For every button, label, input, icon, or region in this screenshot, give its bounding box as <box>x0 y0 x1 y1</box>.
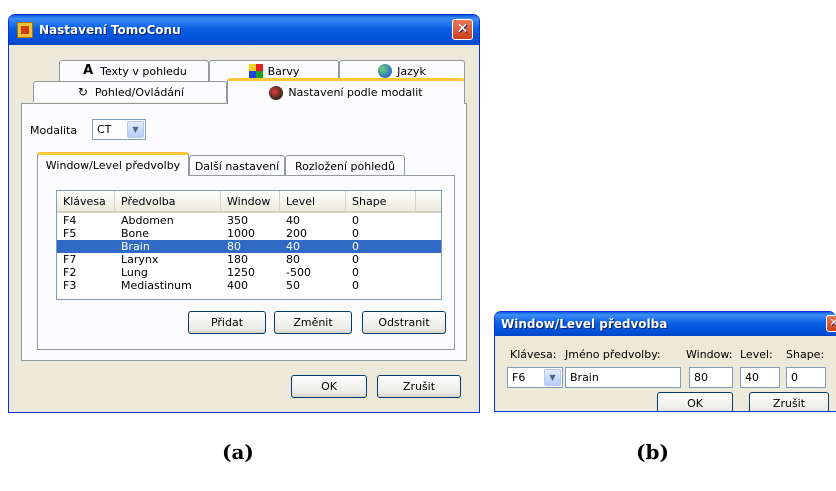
add-preset-button[interactable]: Přidat <box>188 311 266 334</box>
tab-label: Barvy <box>267 64 300 78</box>
tab-view-control[interactable]: ↻ Pohled/Ovládání <box>33 81 227 102</box>
globe-icon <box>378 64 393 78</box>
subtab-other-settings[interactable]: Další nastavení <box>189 155 285 176</box>
cell-shape: 0 <box>352 253 359 266</box>
settings-dialog-title: Nastavení TomoConu <box>39 23 181 37</box>
tab-label: Jazyk <box>397 64 426 78</box>
column-header-shape[interactable]: Shape <box>346 191 416 211</box>
cell-window: 350 <box>227 214 248 227</box>
change-preset-button[interactable]: Změnit <box>274 311 352 334</box>
shape-input[interactable]: 0 <box>786 367 826 388</box>
modality-label: Modalita <box>30 124 78 137</box>
table-row[interactable]: F5 Bone 1000 200 0 <box>57 227 441 240</box>
app-icon <box>17 22 33 38</box>
window-input[interactable]: 80 <box>689 367 733 388</box>
caption-a: (a) <box>222 440 254 464</box>
cell-window: 80 <box>227 240 241 253</box>
settings-dialog: Nastavení TomoConu ✕ A Texty v pohledu B… <box>8 14 480 413</box>
cell-level: 40 <box>286 214 300 227</box>
cell-window: 1000 <box>227 227 255 240</box>
column-header-key[interactable]: Klávesa <box>57 191 115 211</box>
presets-panel: Klávesa Předvolba Window Level Shape F4 … <box>37 175 455 350</box>
column-header-preset[interactable]: Předvolba <box>115 191 221 211</box>
cell-preset: Bone <box>121 227 150 240</box>
cell-preset: Mediastinum <box>121 279 192 292</box>
cell-window: 180 <box>227 253 248 266</box>
chevron-down-icon[interactable]: ▼ <box>127 121 144 138</box>
preset-edit-dialog: Window/Level předvolba ✕ Klávesa: Jméno … <box>494 311 836 412</box>
cell-key: F2 <box>63 266 77 279</box>
cell-shape: 0 <box>352 227 359 240</box>
column-header-window[interactable]: Window <box>221 191 280 211</box>
subtab-view-layout[interactable]: Rozložení pohledů <box>285 155 405 176</box>
cell-preset: Lung <box>121 266 148 279</box>
cell-preset: Larynx <box>121 253 159 266</box>
cell-key: F3 <box>63 279 77 292</box>
preset-edit-dialog-titlebar[interactable]: Window/Level předvolba ✕ <box>495 312 836 336</box>
cell-shape: 0 <box>352 266 359 279</box>
subtab-label: Rozložení pohledů <box>295 159 395 173</box>
tab-label: Texty v pohledu <box>100 64 187 78</box>
color-palette-icon <box>248 64 263 78</box>
font-icon: A <box>83 63 94 78</box>
cell-key: F5 <box>63 227 77 240</box>
cell-level: 80 <box>286 253 300 266</box>
table-row[interactable]: F2 Lung 1250 -500 0 <box>57 266 441 279</box>
column-header-level[interactable]: Level <box>280 191 346 211</box>
cell-preset: Abdomen <box>121 214 174 227</box>
cell-level: 50 <box>286 279 300 292</box>
remove-preset-button[interactable]: Odstranit <box>362 311 446 334</box>
key-label: Klávesa: <box>510 348 557 361</box>
level-input[interactable]: 40 <box>740 367 780 388</box>
shape-label: Shape: <box>786 348 825 361</box>
caption-b: (b) <box>636 440 669 464</box>
tab-modality-settings[interactable]: Nastavení podle modalit <box>227 78 465 104</box>
subtab-label: Window/Level předvolby <box>45 159 181 172</box>
cursor-icon: ↻ <box>77 85 88 99</box>
preset-edit-dialog-title: Window/Level předvolba <box>501 317 668 331</box>
close-button[interactable]: ✕ <box>452 19 473 40</box>
presets-list-header: Klávesa Předvolba Window Level Shape <box>57 191 441 213</box>
table-row-selected[interactable]: Brain 80 40 0 <box>57 240 441 253</box>
cell-preset: Brain <box>121 240 150 253</box>
tab-texts-in-view[interactable]: A Texty v pohledu <box>59 60 209 81</box>
table-row[interactable]: F3 Mediastinum 400 50 0 <box>57 279 441 292</box>
cell-shape: 0 <box>352 214 359 227</box>
modality-value: CT <box>97 123 112 136</box>
presets-rows: F4 Abdomen 350 40 0 F5 Bone 1000 200 0 B… <box>57 213 441 292</box>
chevron-down-icon[interactable]: ▼ <box>544 369 561 386</box>
ok-button[interactable]: OK <box>291 375 367 398</box>
cell-key: F4 <box>63 214 77 227</box>
ok-button[interactable]: OK <box>657 392 733 411</box>
table-row[interactable]: F7 Larynx 180 80 0 <box>57 253 441 266</box>
tab-label: Nastavení podle modalit <box>288 86 423 99</box>
cancel-button[interactable]: Zrušit <box>749 392 829 411</box>
preset-name-input[interactable]: Brain <box>565 367 681 388</box>
subtab-window-level-presets[interactable]: Window/Level předvolby <box>37 152 189 176</box>
window-label: Window: <box>686 348 733 361</box>
key-value: F6 <box>512 371 526 384</box>
cell-window: 400 <box>227 279 248 292</box>
table-row[interactable]: F4 Abdomen 350 40 0 <box>57 214 441 227</box>
preset-name-label: Jméno předvolby: <box>565 348 661 361</box>
subtab-label: Další nastavení <box>194 159 280 173</box>
cancel-button[interactable]: Zrušit <box>377 375 461 398</box>
cell-shape: 0 <box>352 240 359 253</box>
key-select[interactable]: F6 ▼ <box>507 367 563 388</box>
cell-level: 40 <box>286 240 300 253</box>
cell-level: -500 <box>286 266 311 279</box>
presets-list[interactable]: Klávesa Předvolba Window Level Shape F4 … <box>56 190 442 300</box>
cell-key <box>57 240 115 253</box>
level-label: Level: <box>740 348 773 361</box>
modality-select[interactable]: CT ▼ <box>92 119 146 140</box>
settings-dialog-titlebar[interactable]: Nastavení TomoConu ✕ <box>9 15 479 45</box>
cell-shape: 0 <box>352 279 359 292</box>
close-button[interactable]: ✕ <box>826 315 836 332</box>
cell-key: F7 <box>63 253 77 266</box>
modality-settings-panel: Modalita CT ▼ Window/Level předvolby Dal… <box>21 103 467 361</box>
tab-label: Pohled/Ovládání <box>94 85 185 99</box>
modality-icon <box>269 85 284 100</box>
cell-level: 200 <box>286 227 307 240</box>
cell-window: 1250 <box>227 266 255 279</box>
